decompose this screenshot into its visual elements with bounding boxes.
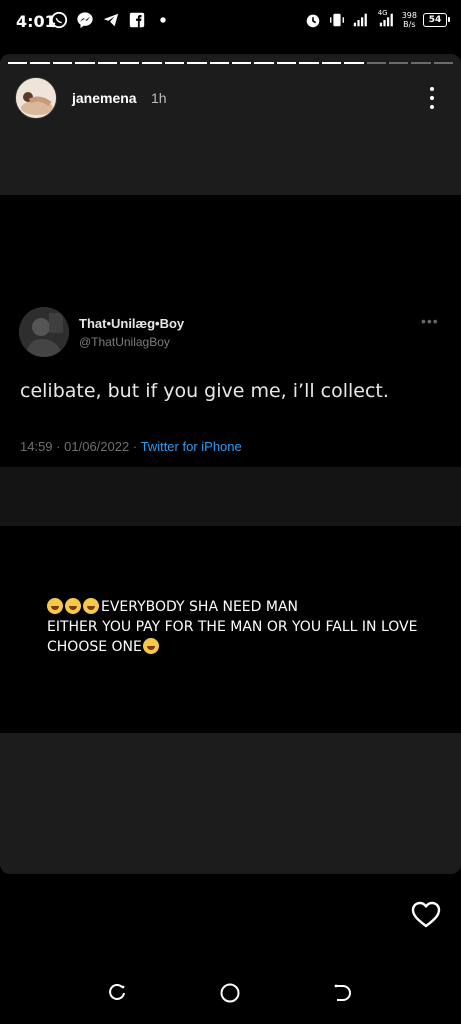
progress-segment — [321, 62, 342, 64]
caption-line-3: CHOOSE ONE — [47, 637, 447, 657]
system-nav-bar — [0, 960, 461, 1024]
story-bottom-band — [0, 733, 461, 874]
progress-segment — [30, 62, 50, 64]
tweet-separator: · — [132, 439, 138, 454]
whatsapp-icon — [50, 11, 68, 29]
progress-segment — [366, 62, 386, 64]
tweet-date: 01/06/2022 — [64, 439, 130, 454]
back-icon[interactable] — [331, 982, 353, 1004]
tweet-meta: 14:59 · 01/06/2022 · Twitter for iPhone — [20, 439, 242, 454]
rofl-emoji-icon — [83, 598, 99, 614]
story-time: 1h — [151, 90, 167, 106]
progress-segment — [388, 62, 409, 64]
more-icon-dot — [430, 87, 434, 91]
tweet-more-icon: ••• — [421, 313, 439, 329]
tweet-time: 14:59 — [20, 439, 53, 454]
progress-segment — [187, 62, 207, 64]
progress-segment — [164, 62, 185, 64]
status-bar: 4:01 4G 398 B/s 54 — [0, 0, 461, 46]
story-gap-band — [0, 467, 461, 526]
signal-icon — [353, 13, 367, 27]
caption-area: EVERYBODY SHA NEED MAN EITHER YOU PAY FO… — [0, 526, 461, 733]
more-options-button[interactable] — [421, 84, 443, 112]
telegram-icon — [103, 13, 119, 27]
avatar-image — [16, 78, 56, 118]
net-speed: 398 B/s — [401, 11, 417, 29]
heart-icon[interactable] — [410, 899, 442, 929]
home-icon[interactable] — [219, 982, 241, 1004]
progress-segment — [276, 62, 297, 64]
signal-4g: 4G — [376, 9, 396, 29]
facebook-icon — [129, 12, 145, 28]
battery-icon: 54 — [423, 13, 450, 27]
vibrate-icon — [329, 13, 344, 27]
tweet-handle: @ThatUnilagBoy — [79, 335, 170, 349]
system-icons: 4G 398 B/s 54 — [304, 9, 450, 29]
tweet-display-name: That•Unilæg•Boy — [79, 316, 185, 331]
tweet-source: Twitter for iPhone — [140, 439, 242, 454]
story-top-band — [0, 54, 461, 195]
tongue-emoji-icon — [142, 638, 159, 654]
progress-segment — [299, 62, 319, 64]
tweet-screenshot: That•Unilæg•Boy @ThatUnilagBoy ••• celib… — [0, 195, 461, 467]
progress-segment — [209, 62, 230, 64]
progress-segment — [52, 62, 73, 64]
tweet-text: celibate, but if you give me, i’ll colle… — [20, 380, 389, 402]
progress-segment — [120, 62, 140, 64]
story-viewer[interactable]: janemena 1h That•Unilæg•Boy @ThatUnilagB… — [0, 54, 461, 874]
progress-segment — [97, 62, 118, 64]
progress-segment — [254, 62, 274, 64]
rofl-emoji-icon — [47, 598, 63, 614]
messenger-icon — [77, 12, 93, 29]
story-username[interactable]: janemena — [72, 90, 137, 106]
rofl-emoji-icon — [65, 598, 81, 614]
dot-icon — [160, 17, 166, 23]
progress-segment — [75, 62, 95, 64]
progress-segment — [232, 62, 252, 64]
tweet-avatar-image — [19, 307, 69, 357]
avatar[interactable] — [15, 77, 57, 119]
alarm-icon — [306, 14, 320, 28]
progress-segment — [344, 62, 364, 64]
story-caption: EVERYBODY SHA NEED MAN EITHER YOU PAY FO… — [47, 597, 447, 657]
tweet-separator: · — [56, 439, 61, 454]
caption-line-2: EITHER YOU PAY FOR THE MAN OR YOU FALL I… — [47, 619, 418, 635]
recent-apps-icon[interactable] — [107, 982, 129, 1004]
tweet-avatar — [19, 307, 69, 357]
progress-segment — [433, 62, 454, 64]
signal-icon-2 — [379, 13, 393, 27]
progress-segment — [142, 62, 162, 64]
caption-line-1: EVERYBODY SHA NEED MAN — [47, 597, 447, 617]
progress-segment — [8, 62, 28, 64]
notification-icons — [50, 11, 172, 29]
story-progress-bar — [8, 62, 454, 64]
more-icon-dot — [430, 96, 434, 100]
more-icon-dot — [430, 105, 434, 109]
progress-segment — [411, 62, 431, 64]
